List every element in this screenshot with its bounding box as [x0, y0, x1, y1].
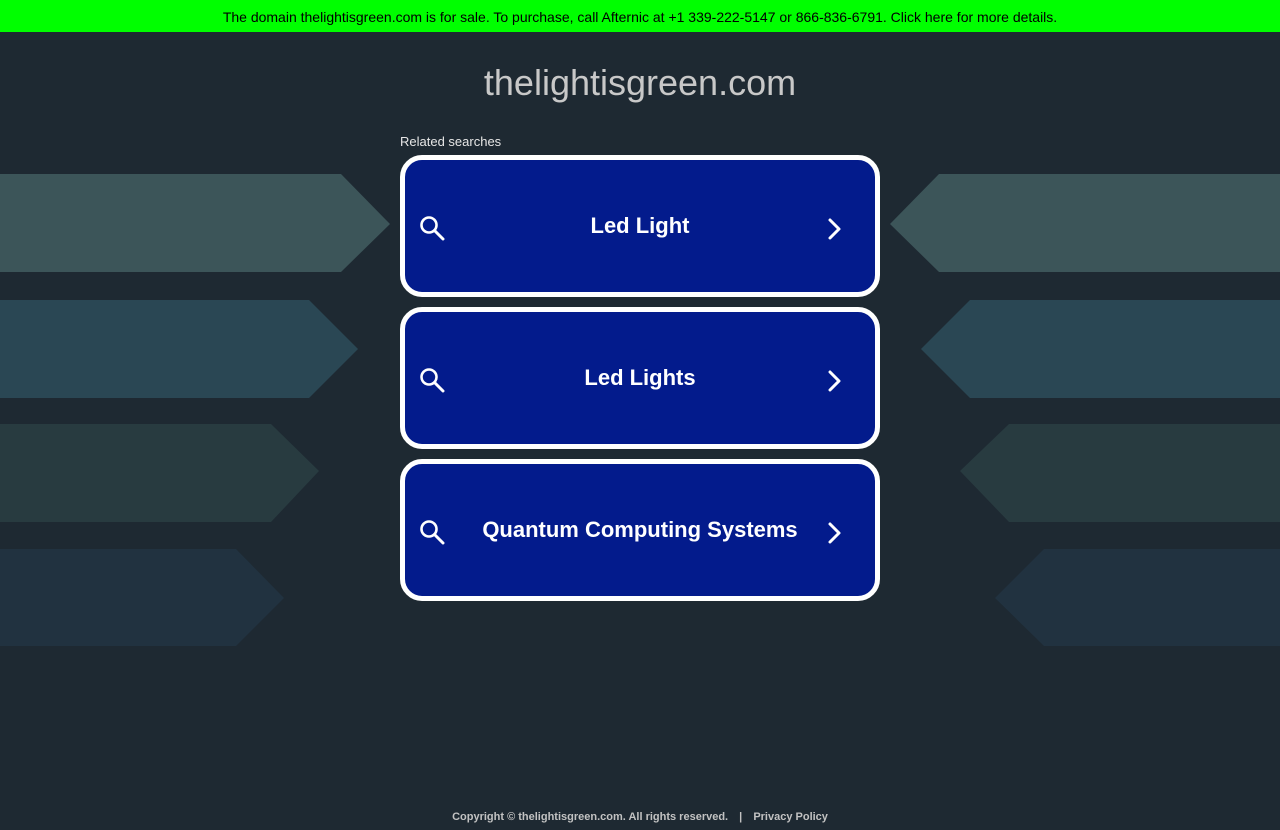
related-search-led-light[interactable]: Led Light: [400, 155, 880, 297]
related-searches-label: Related searches: [400, 134, 502, 149]
chevron-right-icon: [828, 522, 841, 544]
related-search-label[interactable]: Led Light: [465, 160, 815, 292]
domain-sale-banner[interactable]: The domain thelightisgreen.com is for sa…: [0, 0, 1280, 32]
left-arrow-1: [0, 174, 390, 272]
related-searches-list: Led Light Led Lights Quantum Computing S…: [400, 155, 880, 611]
left-arrow-3: [0, 424, 319, 522]
left-arrow-2: [0, 300, 358, 398]
footer: Copyright © thelightisgreen.com. All rig…: [0, 810, 1280, 824]
right-arrow-1: [890, 174, 1280, 272]
footer-separator: |: [739, 811, 743, 823]
right-arrow-3: [960, 424, 1280, 522]
domain-title: thelightisgreen.com: [483, 62, 797, 103]
right-arrow-4: [995, 549, 1280, 646]
chevron-right-icon: [828, 370, 841, 392]
related-search-label[interactable]: Led Lights: [465, 312, 815, 444]
chevron-right-icon: [828, 218, 841, 240]
privacy-policy-link[interactable]: Privacy Policy: [753, 811, 828, 823]
copyright-text: Copyright © thelightisgreen.com. All rig…: [452, 811, 729, 823]
related-search-quantum-computing-systems[interactable]: Quantum Computing Systems: [400, 459, 880, 601]
left-arrow-4: [0, 549, 284, 646]
right-arrow-2: [921, 300, 1280, 398]
search-icon: [420, 520, 445, 545]
search-icon: [420, 368, 445, 393]
related-search-label[interactable]: Quantum Computing Systems: [465, 464, 815, 596]
search-icon: [420, 216, 445, 241]
sale-banner-text[interactable]: The domain thelightisgreen.com is for sa…: [223, 9, 1057, 25]
related-search-led-lights[interactable]: Led Lights: [400, 307, 880, 449]
